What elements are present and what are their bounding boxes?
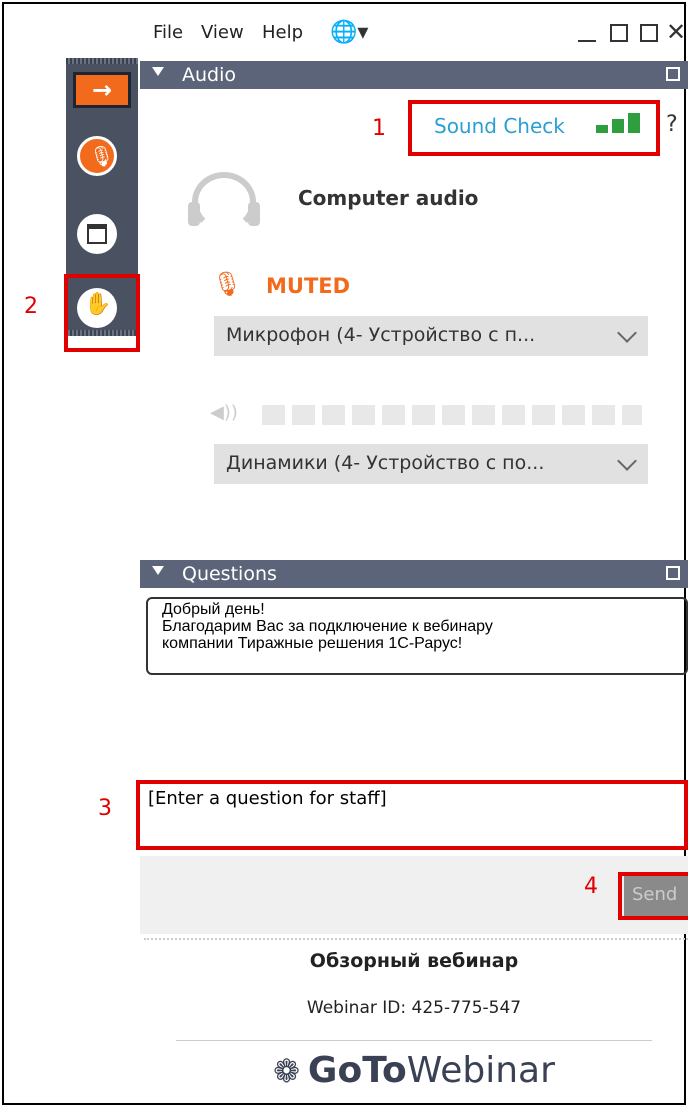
popout-icon[interactable] <box>640 24 658 42</box>
send-button-label: Send <box>632 884 678 905</box>
muted-status: MUTED <box>266 274 351 298</box>
divider <box>144 938 688 940</box>
close-icon[interactable]: ✕ <box>666 18 686 46</box>
annotation-number-2: 2 <box>24 294 38 319</box>
message-line: Благодарим Вас за подключение к вебинару <box>162 618 493 635</box>
message-line: Добрый день! <box>162 601 265 618</box>
question-input-placeholder: [Enter a question for staff] <box>148 788 387 809</box>
menu-file[interactable]: File <box>153 22 183 43</box>
divider <box>176 1040 652 1041</box>
send-button[interactable]: Send <box>624 876 688 916</box>
menu-view[interactable]: View <box>201 22 244 43</box>
microphone-select-value: Микрофон (4- Устройство с п... <box>226 324 536 346</box>
language-globe-icon[interactable]: 🌐▾ <box>330 18 368 48</box>
signal-strength-icon <box>596 111 644 135</box>
chevron-down-icon <box>617 323 637 343</box>
maximize-icon[interactable] <box>610 24 628 42</box>
welcome-message: Добрый день! Благодарим Вас за подключен… <box>146 597 688 675</box>
help-icon[interactable]: ? <box>666 112 678 137</box>
audio-panel-title: Audio <box>182 64 237 86</box>
collapse-panel-button[interactable]: → <box>73 72 131 108</box>
message-line: компании Тиражные решения 1С-Рарус! <box>162 635 463 652</box>
microphone-muted-icon: 🎙 <box>212 270 243 298</box>
speaker-select[interactable]: Динамики (4- Устройство с по... <box>214 444 648 484</box>
screen-toggle-button[interactable] <box>77 214 117 254</box>
mute-microphone-button[interactable]: 🎙 <box>77 136 117 176</box>
minimize-icon[interactable] <box>578 40 596 42</box>
flower-icon: ❁ <box>273 1051 300 1090</box>
sound-check-link[interactable]: Sound Check <box>434 114 565 138</box>
annotation-box-2 <box>64 274 140 352</box>
annotation-number-3: 3 <box>98 796 112 821</box>
send-area <box>140 856 688 934</box>
menu-help[interactable]: Help <box>262 22 303 43</box>
webinar-title: Обзорный вебинар <box>309 950 519 972</box>
window-icon <box>87 224 107 244</box>
collapse-triangle-icon <box>152 566 164 575</box>
speaker-volume-icon: ◀)) <box>210 402 238 423</box>
microphone-select[interactable]: Микрофон (4- Устройство с п... <box>214 316 648 356</box>
question-input[interactable]: [Enter a question for staff] <box>140 784 684 846</box>
headset-icon <box>186 168 262 238</box>
audio-panel-header[interactable]: Audio <box>140 61 688 89</box>
chevron-down-icon <box>617 451 637 471</box>
microphone-muted-icon: 🎙 <box>89 144 115 168</box>
webinar-id: Webinar ID: 425-775-547 <box>306 998 522 1018</box>
speaker-select-value: Динамики (4- Устройство с по... <box>226 452 545 474</box>
questions-panel-title: Questions <box>182 563 277 585</box>
annotation-number-1: 1 <box>372 116 386 141</box>
questions-panel-header[interactable]: Questions <box>140 560 688 588</box>
collapse-triangle-icon <box>152 67 164 76</box>
popout-icon[interactable] <box>666 566 680 580</box>
computer-audio-label: Computer audio <box>298 186 479 210</box>
popout-icon[interactable] <box>666 67 680 81</box>
arrow-right-icon: → <box>92 76 113 104</box>
gotowebinar-logo: ❁ GoToWebinar <box>273 1050 555 1091</box>
annotation-number-4: 4 <box>584 874 598 899</box>
